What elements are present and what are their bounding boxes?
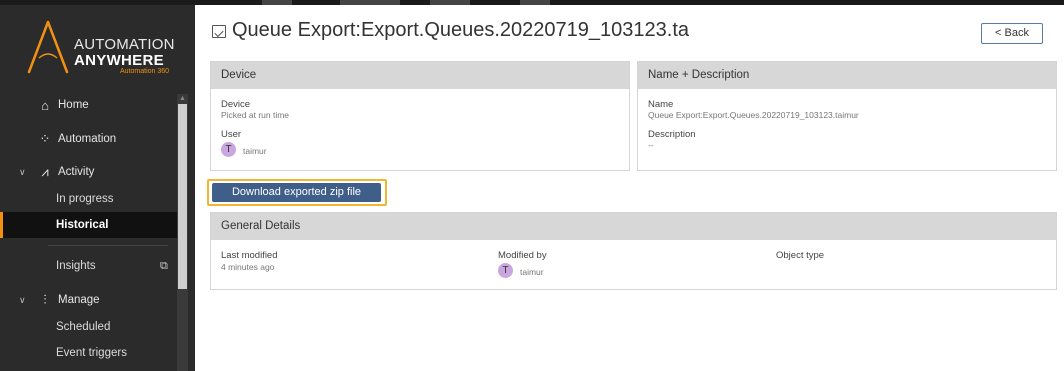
- user-label: User: [221, 129, 242, 140]
- sidebar-item-label: Home: [58, 99, 89, 111]
- avatar: T: [498, 263, 513, 278]
- panel-header: General Details: [211, 213, 1056, 240]
- manage-icon: ⫶: [43, 292, 47, 307]
- object-type-label: Object type: [776, 250, 825, 261]
- last-modified-value: 4 minutes ago: [221, 262, 275, 272]
- panel-header: Device: [211, 62, 629, 89]
- avatar: T: [221, 142, 236, 157]
- sidebar-item-activity[interactable]: ∨ ⩘ Activity: [0, 159, 177, 185]
- sidebar-item-label: Manage: [58, 294, 100, 306]
- device-panel: Device Device Picked at run time User T …: [210, 61, 630, 171]
- name-label: Name: [648, 99, 674, 110]
- panel-header: Name + Description: [638, 62, 1056, 89]
- chevron-down-icon: ∨: [19, 166, 26, 177]
- sidebar-divider: [48, 245, 168, 246]
- screen: AUTOMATION ANYWHERE Automation 360 ⌂ Hom…: [0, 0, 1064, 371]
- device-label: Device: [221, 99, 251, 110]
- sidebar-item-label: Activity: [58, 166, 95, 178]
- sidebar-item-event-triggers[interactable]: Event triggers: [0, 340, 177, 366]
- sidebar-item-in-progress[interactable]: In progress: [0, 186, 177, 212]
- home-icon: ⌂: [41, 97, 49, 113]
- top-strip: [0, 0, 1064, 5]
- automation-anywhere-logo-icon: [27, 20, 69, 74]
- scroll-up-icon[interactable]: ▲: [178, 95, 187, 103]
- device-value: Picked at run time: [221, 110, 290, 120]
- sidebar-item-automation[interactable]: ⁘ Automation: [0, 126, 177, 152]
- sidebar-item-home[interactable]: ⌂ Home: [0, 92, 177, 118]
- sidebar-scrollbar-thumb[interactable]: [178, 104, 187, 289]
- last-modified-label: Last modified: [221, 250, 278, 261]
- automation-icon: ⁘: [39, 131, 51, 146]
- sidebar-item-label: In progress: [56, 193, 114, 205]
- external-link-icon: ⧉: [160, 259, 168, 272]
- sidebar-item-insights[interactable]: Insights ⧉: [0, 253, 177, 279]
- queue-export-icon: [212, 25, 226, 38]
- download-zip-button[interactable]: Download exported zip file: [212, 183, 381, 202]
- modified-by-name: taimur: [520, 267, 544, 277]
- brand-tagline: Automation 360: [120, 68, 170, 75]
- name-value: Queue Export:Export.Queues.20220719_1031…: [648, 110, 859, 120]
- general-details-panel: General Details Last modified 4 minutes …: [210, 212, 1057, 290]
- modified-by-label: Modified by: [498, 250, 547, 261]
- name-description-panel: Name + Description Name Queue Export:Exp…: [637, 61, 1057, 171]
- sidebar-item-label: Automation: [58, 133, 117, 145]
- back-button[interactable]: < Back: [981, 23, 1043, 44]
- sidebar-item-label: Scheduled: [56, 321, 111, 333]
- brand-line1: AUTOMATION: [74, 36, 175, 53]
- description-value: --: [648, 140, 654, 150]
- sidebar: AUTOMATION ANYWHERE Automation 360 ⌂ Hom…: [0, 0, 195, 371]
- chevron-down-icon: ∨: [19, 294, 26, 305]
- sidebar-item-label: Insights: [56, 260, 96, 272]
- page-title: Queue Export:Export.Queues.20220719_1031…: [232, 19, 690, 41]
- sidebar-item-label: Historical: [56, 219, 109, 231]
- sidebar-item-label: Event triggers: [56, 347, 127, 359]
- brand-logo[interactable]: AUTOMATION ANYWHERE Automation 360: [12, 14, 182, 78]
- sidebar-item-scheduled[interactable]: Scheduled: [0, 314, 177, 340]
- sidebar-item-manage[interactable]: ∨ ⫶ Manage: [0, 287, 177, 313]
- user-name: taimur: [243, 146, 267, 156]
- activity-icon: ⩘: [41, 164, 49, 179]
- sidebar-item-historical[interactable]: Historical: [0, 212, 177, 238]
- brand-line2: ANYWHERE: [74, 52, 164, 69]
- description-label: Description: [648, 129, 696, 140]
